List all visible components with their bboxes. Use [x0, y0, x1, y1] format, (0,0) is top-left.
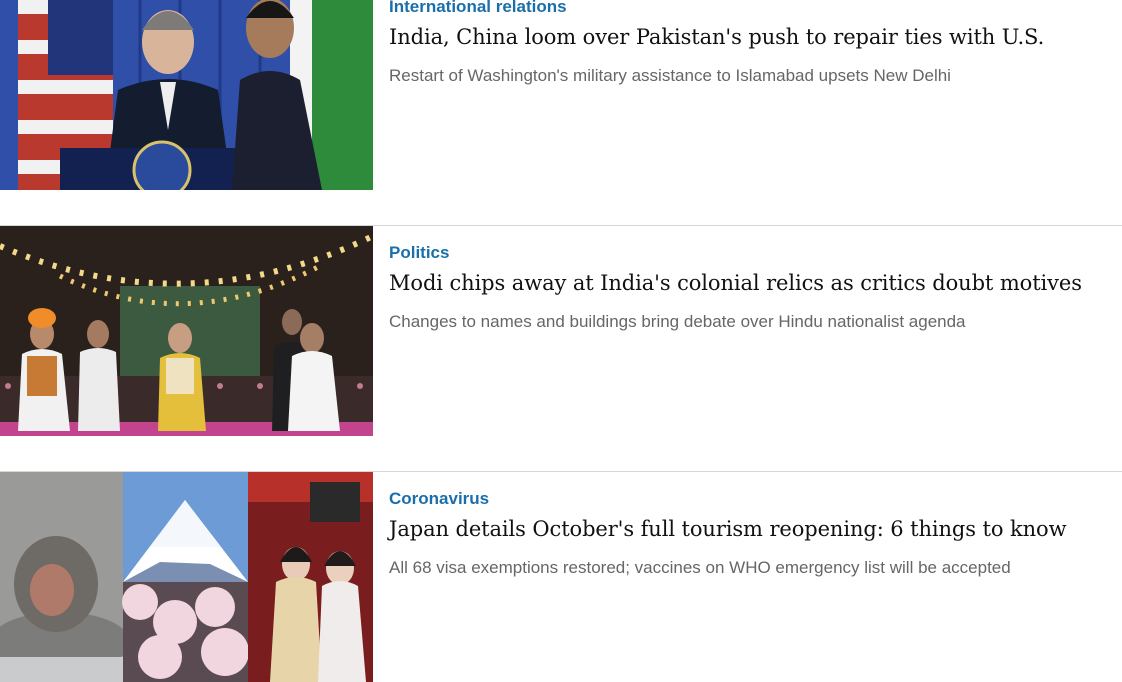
article-thumbnail[interactable] — [0, 0, 373, 190]
photo-us-pakistan-press-briefing — [0, 0, 373, 190]
article-text: International relations India, China loo… — [389, 0, 1109, 87]
article-card: International relations India, China loo… — [0, 0, 1122, 190]
article-category-link[interactable]: Politics — [389, 243, 1109, 263]
article-thumbnail[interactable] — [0, 226, 373, 436]
article-thumbnail[interactable] — [0, 472, 373, 682]
article-category-link[interactable]: International relations — [389, 0, 1109, 17]
article-card: Politics Modi chips away at India's colo… — [0, 226, 1122, 436]
article-summary: Changes to names and buildings bring deb… — [389, 312, 966, 331]
article-summary: All 68 visa exemptions restored; vaccine… — [389, 558, 1011, 577]
article-headline-link[interactable]: India, China loom over Pakistan's push t… — [389, 23, 1109, 51]
photo-modi-ceremony — [0, 226, 373, 436]
article-headline-link[interactable]: Japan details October's full tourism reo… — [389, 515, 1109, 543]
article-card: Coronavirus Japan details October's full… — [0, 472, 1122, 682]
article-headline-link[interactable]: Modi chips away at India's colonial reli… — [389, 269, 1109, 297]
article-summary: Restart of Washington's military assista… — [389, 66, 951, 85]
photo-japan-tourism-collage — [0, 472, 373, 682]
article-text: Coronavirus Japan details October's full… — [389, 472, 1109, 579]
article-text: Politics Modi chips away at India's colo… — [389, 226, 1109, 333]
article-category-link[interactable]: Coronavirus — [389, 489, 1109, 509]
